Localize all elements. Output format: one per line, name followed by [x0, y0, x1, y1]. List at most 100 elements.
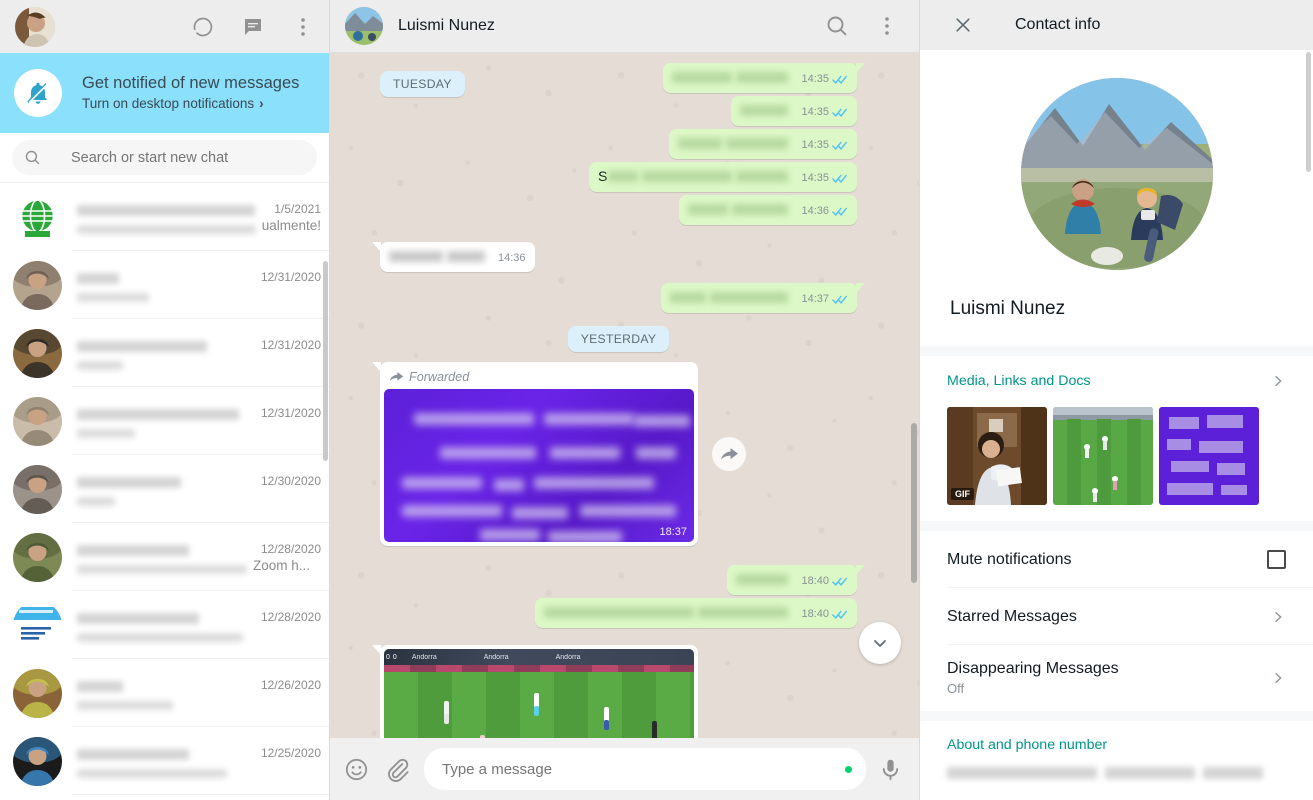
chat-list-item[interactable]: 12/28/2020 — [0, 591, 329, 659]
contact-info-title: Contact info — [1015, 16, 1101, 33]
chat-avatar[interactable] — [13, 668, 62, 718]
chat-list-item[interactable]: 12/30/2020 — [0, 455, 329, 523]
message-meta: 14:35 — [801, 139, 848, 152]
chat-list-item[interactable]: 12/28/2020 Zoom h... — [0, 523, 329, 591]
message-meta: 14:37 — [801, 293, 848, 306]
scroll-to-bottom-button[interactable] — [859, 622, 901, 664]
chat-avatar[interactable] — [13, 192, 62, 242]
chat-list-item[interactable]: 12/31/2020 — [0, 251, 329, 319]
message-bubble[interactable]: 14:36 — [372, 242, 535, 272]
chat-list-item[interactable]: 1/5/2021 ualmente! — [0, 183, 329, 251]
contact-info-row[interactable]: Starred Messages — [920, 588, 1313, 645]
status-circle-icon[interactable] — [191, 15, 215, 39]
chat-avatar[interactable] — [13, 736, 62, 786]
profile-photo-image — [1020, 78, 1213, 270]
menu-dots-icon[interactable] — [291, 15, 315, 39]
redacted-text — [544, 607, 695, 618]
search-icon[interactable] — [825, 14, 849, 38]
contact-info-row-texts: Starred Messages — [947, 608, 1077, 626]
chat-list-item[interactable]: 12/25/2020 — [0, 727, 329, 795]
message-input-wrapper[interactable] — [424, 748, 866, 790]
close-icon[interactable] — [953, 15, 973, 35]
chat-list-item[interactable]: 12/26/2020 — [0, 659, 329, 727]
forwarded-media-bubble[interactable]: Forwarded 18:37 — [372, 362, 746, 546]
chat-avatar[interactable] — [13, 532, 62, 582]
message-text-prefix: S — [598, 168, 608, 185]
redacted-text — [389, 251, 443, 262]
video-message-bubble[interactable]: 0 0 Andorra Andorra Andorra — [372, 645, 698, 738]
ad-text: Andorra — [411, 653, 437, 661]
chat-item-snippet-tail: ualmente! — [261, 217, 321, 233]
media-thumb-gif[interactable]: GIF — [947, 407, 1047, 505]
read-receipt-icon — [832, 295, 847, 304]
chat-list-item[interactable]: 12/31/2020 — [0, 319, 329, 387]
microphone-icon[interactable] — [878, 757, 903, 782]
chat-item-top: 12/31/2020 — [77, 336, 321, 352]
notification-subtitle[interactable]: Turn on desktop notifications › — [82, 95, 299, 113]
message-bubble[interactable]: 18:40 — [727, 565, 865, 595]
message-composer — [330, 738, 919, 800]
football-video[interactable]: 0 0 Andorra Andorra Andorra — [384, 649, 694, 738]
chat-avatar[interactable] — [13, 464, 62, 514]
message-bubble[interactable]: 14:35 — [731, 96, 857, 126]
bell-muted-icon-wrap — [14, 69, 62, 117]
media-thumb-purple[interactable] — [1159, 407, 1259, 505]
chat-item-name — [77, 477, 181, 488]
checkbox-icon[interactable] — [1267, 550, 1286, 569]
chat-contact-name[interactable]: Luismi Nunez — [398, 17, 495, 35]
search-input[interactable] — [71, 149, 305, 166]
redacted-image-text — [534, 477, 654, 489]
chat-avatar[interactable] — [13, 260, 62, 310]
chat-item-date: 1/5/2021 — [274, 202, 321, 216]
read-receipt-icon — [832, 577, 847, 586]
forwarded-label: Forwarded — [384, 366, 694, 389]
chat-avatar[interactable] — [13, 328, 62, 378]
message-area[interactable]: TUESDAY 14:35 14:35 14:35 S 14:35 14:36 … — [330, 53, 919, 738]
message-bubble[interactable]: 14:36 — [679, 195, 857, 225]
message-bubble[interactable]: S 14:35 — [589, 162, 857, 192]
contact-panel-scrollbar[interactable] — [1306, 52, 1311, 172]
media-links-docs-button[interactable]: Media, Links and Docs — [947, 373, 1286, 389]
new-chat-icon[interactable] — [241, 15, 265, 39]
redacted-text — [642, 171, 733, 182]
redacted-image-text — [636, 447, 676, 459]
chat-list-item[interactable]: 12/23/2020 — [0, 795, 329, 800]
chevron-right-icon — [1275, 673, 1282, 683]
chat-list-item[interactable]: 12/31/2020 — [0, 387, 329, 455]
message-time: 18:40 — [801, 608, 829, 620]
emoji-smiley-icon[interactable] — [344, 757, 369, 782]
redacted-text — [688, 204, 729, 215]
notification-banner[interactable]: Get notified of new messages Turn on des… — [0, 53, 329, 133]
message-bubble[interactable]: 14:37 — [661, 283, 865, 313]
chat-item-body: 1/5/2021 ualmente! — [77, 200, 329, 234]
video-message-row: 0 0 Andorra Andorra Andorra — [372, 645, 857, 738]
contact-info-row[interactable]: Mute notifications — [920, 531, 1313, 588]
menu-dots-icon[interactable] — [875, 14, 899, 38]
media-thumb-football[interactable] — [1053, 407, 1153, 505]
search-box[interactable] — [12, 140, 317, 175]
message-bubble[interactable]: 18:40 — [535, 598, 857, 628]
forwarded-image[interactable]: 18:37 — [384, 389, 694, 542]
paperclip-icon[interactable] — [385, 757, 410, 782]
message-bubble[interactable]: 14:35 — [663, 63, 865, 93]
message-time: 14:35 — [801, 73, 829, 85]
contact-profile-photo[interactable] — [1020, 78, 1213, 270]
chat-list[interactable]: 1/5/2021 ualmente! 12/31/2020 12/31/2020… — [0, 183, 329, 800]
message-bubble[interactable]: 14:35 — [669, 129, 857, 159]
redacted-image-text — [402, 505, 502, 517]
chat-avatar[interactable] — [13, 396, 62, 446]
redacted-image-text — [544, 413, 634, 425]
forward-message-button[interactable] — [712, 437, 746, 471]
message-row: 14:36 — [372, 242, 857, 272]
chat-contact-avatar[interactable] — [345, 7, 383, 45]
message-scrollbar[interactable] — [911, 423, 917, 583]
chat-item-top: 12/28/2020 — [77, 608, 321, 624]
video-scorebar: 0 0 Andorra Andorra Andorra — [384, 649, 694, 665]
message-input[interactable] — [442, 760, 845, 778]
message-time: 14:36 — [498, 252, 526, 264]
sidebar-scrollbar[interactable] — [323, 261, 328, 461]
contact-info-row[interactable]: Disappearing Messages Off — [920, 645, 1313, 711]
message-scroll-container[interactable]: TUESDAY 14:35 14:35 14:35 S 14:35 14:36 … — [330, 53, 919, 738]
chat-avatar[interactable] — [13, 600, 62, 650]
profile-avatar[interactable] — [15, 6, 55, 47]
